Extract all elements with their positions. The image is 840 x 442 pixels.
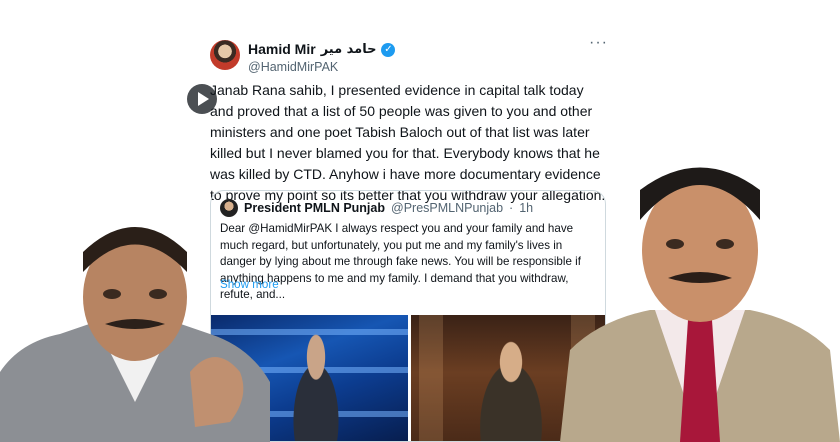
author-handle[interactable]: @HamidMirPAK [248,59,395,75]
hamid-mir-cutout-photo [560,167,840,442]
author-avatar[interactable] [210,40,240,70]
rana-sanaullah-cutout-photo [0,227,270,442]
quoted-separator: · [509,201,514,215]
quoted-media[interactable] [211,315,605,441]
tweet-header: Hamid Mir حامد میر ✓ @HamidMirPAK [210,38,618,82]
verified-badge-icon: ✓ [381,42,396,57]
more-options-icon[interactable]: ··· [589,35,608,51]
quoted-header: President PMLN Punjab @PresPMLNPunjab · … [220,199,533,217]
quoted-author-avatar[interactable] [220,199,238,217]
tweet-text: Janab Rana sahib, I presented evidence i… [210,82,606,203]
quoted-author-handle[interactable]: @PresPMLNPunjab [391,201,503,215]
author-display-name-urdu[interactable]: حامد میر [321,41,377,58]
quoted-author-name[interactable]: President PMLN Punjab [244,201,385,215]
author-names: Hamid Mir حامد میر ✓ @HamidMirPAK [248,41,396,75]
author-display-name[interactable]: Hamid Mir [248,41,316,58]
play-icon[interactable] [187,84,217,114]
quoted-timestamp[interactable]: 1h [519,201,533,215]
quoted-text: Dear @HamidMirPAK I always respect you a… [220,222,581,301]
author-display-name-row: Hamid Mir حامد میر ✓ [248,41,396,58]
